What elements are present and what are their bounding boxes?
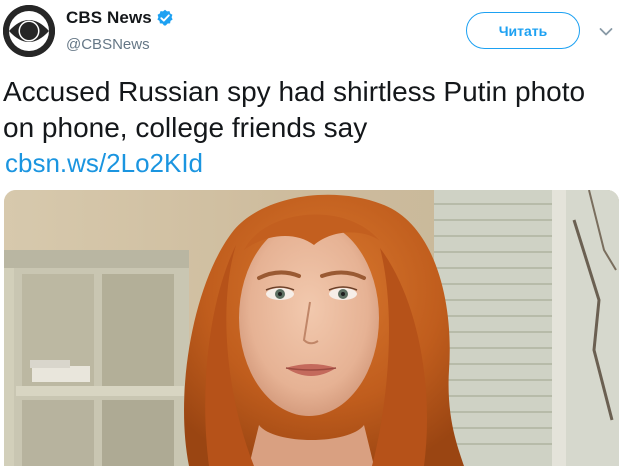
author-name-row: CBS News [66,8,174,28]
chevron-down-icon[interactable] [599,24,613,36]
author-handle[interactable]: @CBSNews [66,36,150,53]
follow-button[interactable]: Читать [466,12,580,49]
verified-badge-icon [156,9,174,27]
cbs-eye-logo-icon[interactable] [3,5,55,57]
tweet-link[interactable]: cbsn.ws/2Lo2KId [5,146,203,180]
tweet-photo[interactable] [4,190,619,466]
author-display-name[interactable]: CBS News [66,8,152,28]
tweet-header: CBS News @CBSNews Читать [0,0,622,66]
tweet-text: Accused Russian spy had shirtless Putin … [3,76,586,143]
